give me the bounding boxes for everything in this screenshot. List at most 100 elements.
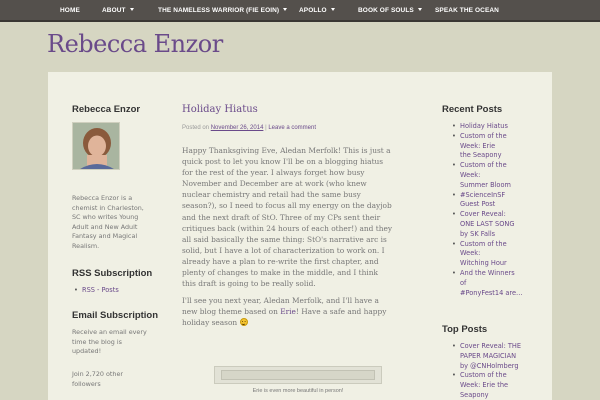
recent-post-item[interactable]: Custom of the Week: Witching Hour [452,240,523,269]
follower-line: followers [72,379,101,388]
recent-post-item[interactable]: Holiday Hiatus [452,122,523,132]
chevron-down-icon [283,8,288,11]
nav-item-label: ABOUT [102,7,126,14]
recent-post-item[interactable]: #ScienceInSF Guest Post [452,191,523,211]
recent-post-line: of [460,278,467,287]
nav-item-speak-the-ocean[interactable]: SPEAK THE OCEAN [435,0,499,22]
leave-comment-link[interactable]: Leave a comment [268,125,316,131]
rss-posts-link[interactable]: RSS - Posts [74,286,119,294]
avatar [72,122,120,170]
top-post-line: Custom of the [452,371,521,381]
post-meta: Posted on November 26, 2014 | Leave a co… [182,125,316,131]
nav-item-nameless-warrior[interactable]: THE NAMELESS WARRIOR (FIE EOIN) [158,0,288,22]
bio-line: SC who writes Young [72,213,139,222]
chevron-down-icon [330,8,335,11]
recent-post-line: #ScienceInSF [452,191,523,201]
bio-line: Adult and New Adult [72,222,138,231]
post-line: this draft is going to be really solid. [182,279,316,289]
bio-line: chemist in Charleston, [72,203,144,212]
post-line: new blog theme based on Erie! Have a saf… [182,306,418,317]
recent-post-line: #PonyFest14 are… [460,288,523,297]
chevron-down-icon [417,8,422,11]
post-text: holiday season [182,318,238,328]
email-desc-line: Receive an email every [72,328,147,336]
content-panel: Rebecca Enzor Rebecca Enzor is a chemist… [48,72,552,400]
post-line: critiques back (within 24 hours of each … [182,223,393,233]
post-line: plenty of changes to make in the middle,… [182,268,378,278]
post-line: Happy Thanksgiving Eve, Aledan Merfolk! … [182,146,391,155]
nav-item-home[interactable]: HOME [60,0,80,22]
recent-post-line: Custom of the [452,132,523,142]
meta-separator: | [265,125,267,131]
nav-item-label: BOOK OF SOULS [358,7,414,14]
recent-post-item[interactable]: Custom of the Week: Summer Bloom [452,161,523,190]
recent-post-item[interactable]: Custom of the Week: Erie the Seapony [452,132,523,161]
top-posts-list: Cover Reveal: THE PAPER MAGICIAN by @CNH… [452,342,521,400]
recent-posts-list: Holiday Hiatus Custom of the Week: Erie … [452,122,523,298]
post-image[interactable] [221,370,375,380]
top-post-line: by @CNHolmberg [460,361,519,370]
bio-line: Fantasy and Magical [72,232,138,241]
post-text: ! Have a safe and happy [295,307,387,317]
recent-post-line: the Seapony [460,151,502,160]
post-line: all said basically the same thing: StO's… [182,234,387,244]
top-post-item[interactable]: Custom of the Week: Erie the Seapony [452,371,521,400]
recent-post-line: Custom of the [452,161,523,171]
nav-item-book-of-souls[interactable]: BOOK OF SOULS [358,0,422,22]
rss-widget-heading: RSS Subscription [72,268,153,279]
follower-count: Join 2,720 other followers [72,370,164,389]
nav-item-about[interactable]: ABOUT [102,0,134,22]
post-line: holiday season [182,317,418,328]
recent-post-line: Guest Post [460,200,496,209]
post-line: nuclear chemistry and retail had the sam… [182,190,361,200]
email-widget-heading: Email Subscription [72,310,159,321]
recent-post-line: Witching Hour [460,259,507,268]
erie-link[interactable]: Erie [280,307,296,316]
post-line: and the next draft of StO. Three of my C… [182,212,381,222]
post-line: already have a plan to re-write the firs… [182,256,379,266]
post-line: solid, but I have a lot of characterizat… [182,245,385,255]
post-image-frame [214,366,382,384]
author-bio: Rebecca Enzor is a chemist in Charleston… [72,194,164,252]
follower-line: Join 2,720 other [72,370,124,378]
top-post-line: Seapony [460,390,489,399]
top-post-line: Cover Reveal: THE [452,342,521,352]
about-widget-heading: Rebecca Enzor [72,104,141,115]
post-line: quick post to let you know I'll be on a … [182,157,384,167]
post-text: new blog theme based on [182,307,281,317]
top-post-line: Week: Erie the [460,381,509,390]
recent-post-line: Custom of the [452,240,523,250]
top-post-item[interactable]: Cover Reveal: THE PAPER MAGICIAN by @CNH… [452,342,521,371]
site-title[interactable]: Rebecca Enzor [47,30,223,58]
email-description: Receive an email every time the blog is … [72,328,164,357]
recent-post-line: Summer Bloom [460,180,511,189]
nav-item-label: SPEAK THE OCEAN [435,7,499,14]
email-desc-line: time the blog is [72,337,122,346]
post-date-link[interactable]: November 26, 2014 [211,125,264,131]
recent-post-line: Holiday Hiatus [452,122,523,132]
recent-post-item[interactable]: Cover Reveal: ONE LAST SONG by SK Falls [452,210,523,239]
recent-post-line: Cover Reveal: [452,210,523,220]
bio-line: Realism. [72,241,100,250]
post-title[interactable]: Holiday Hiatus [182,104,258,115]
email-desc-line: updated! [72,347,102,356]
top-nav-bar: HOME ABOUT THE NAMELESS WARRIOR (FIE EOI… [0,0,600,22]
recent-posts-heading: Recent Posts [442,104,503,115]
top-post-line: PAPER MAGICIAN [460,351,517,360]
nav-item-apollo[interactable]: APOLLO [299,0,335,22]
posted-on-label: Posted on [182,125,210,131]
recent-post-line: Week: [460,249,481,258]
smiley-icon [239,318,248,327]
nav-item-label: APOLLO [299,7,327,14]
recent-post-line: by SK Falls [460,229,496,238]
recent-post-line: And the Winners [452,269,523,279]
nav-item-label: THE NAMELESS WARRIOR (FIE EOIN) [158,7,280,14]
nav-item-label: HOME [60,7,80,14]
image-caption: Erie is even more beautiful in person! [252,388,344,394]
rss-list: RSS - Posts [74,286,119,294]
bio-line: Rebecca Enzor is a [72,194,133,202]
recent-post-item[interactable]: And the Winners of #PonyFest14 are… [452,269,523,298]
recent-post-line: Week: Erie [460,141,496,150]
recent-post-line: ONE LAST SONG [460,219,515,228]
post-line: November and December are at work (who k… [182,179,367,189]
